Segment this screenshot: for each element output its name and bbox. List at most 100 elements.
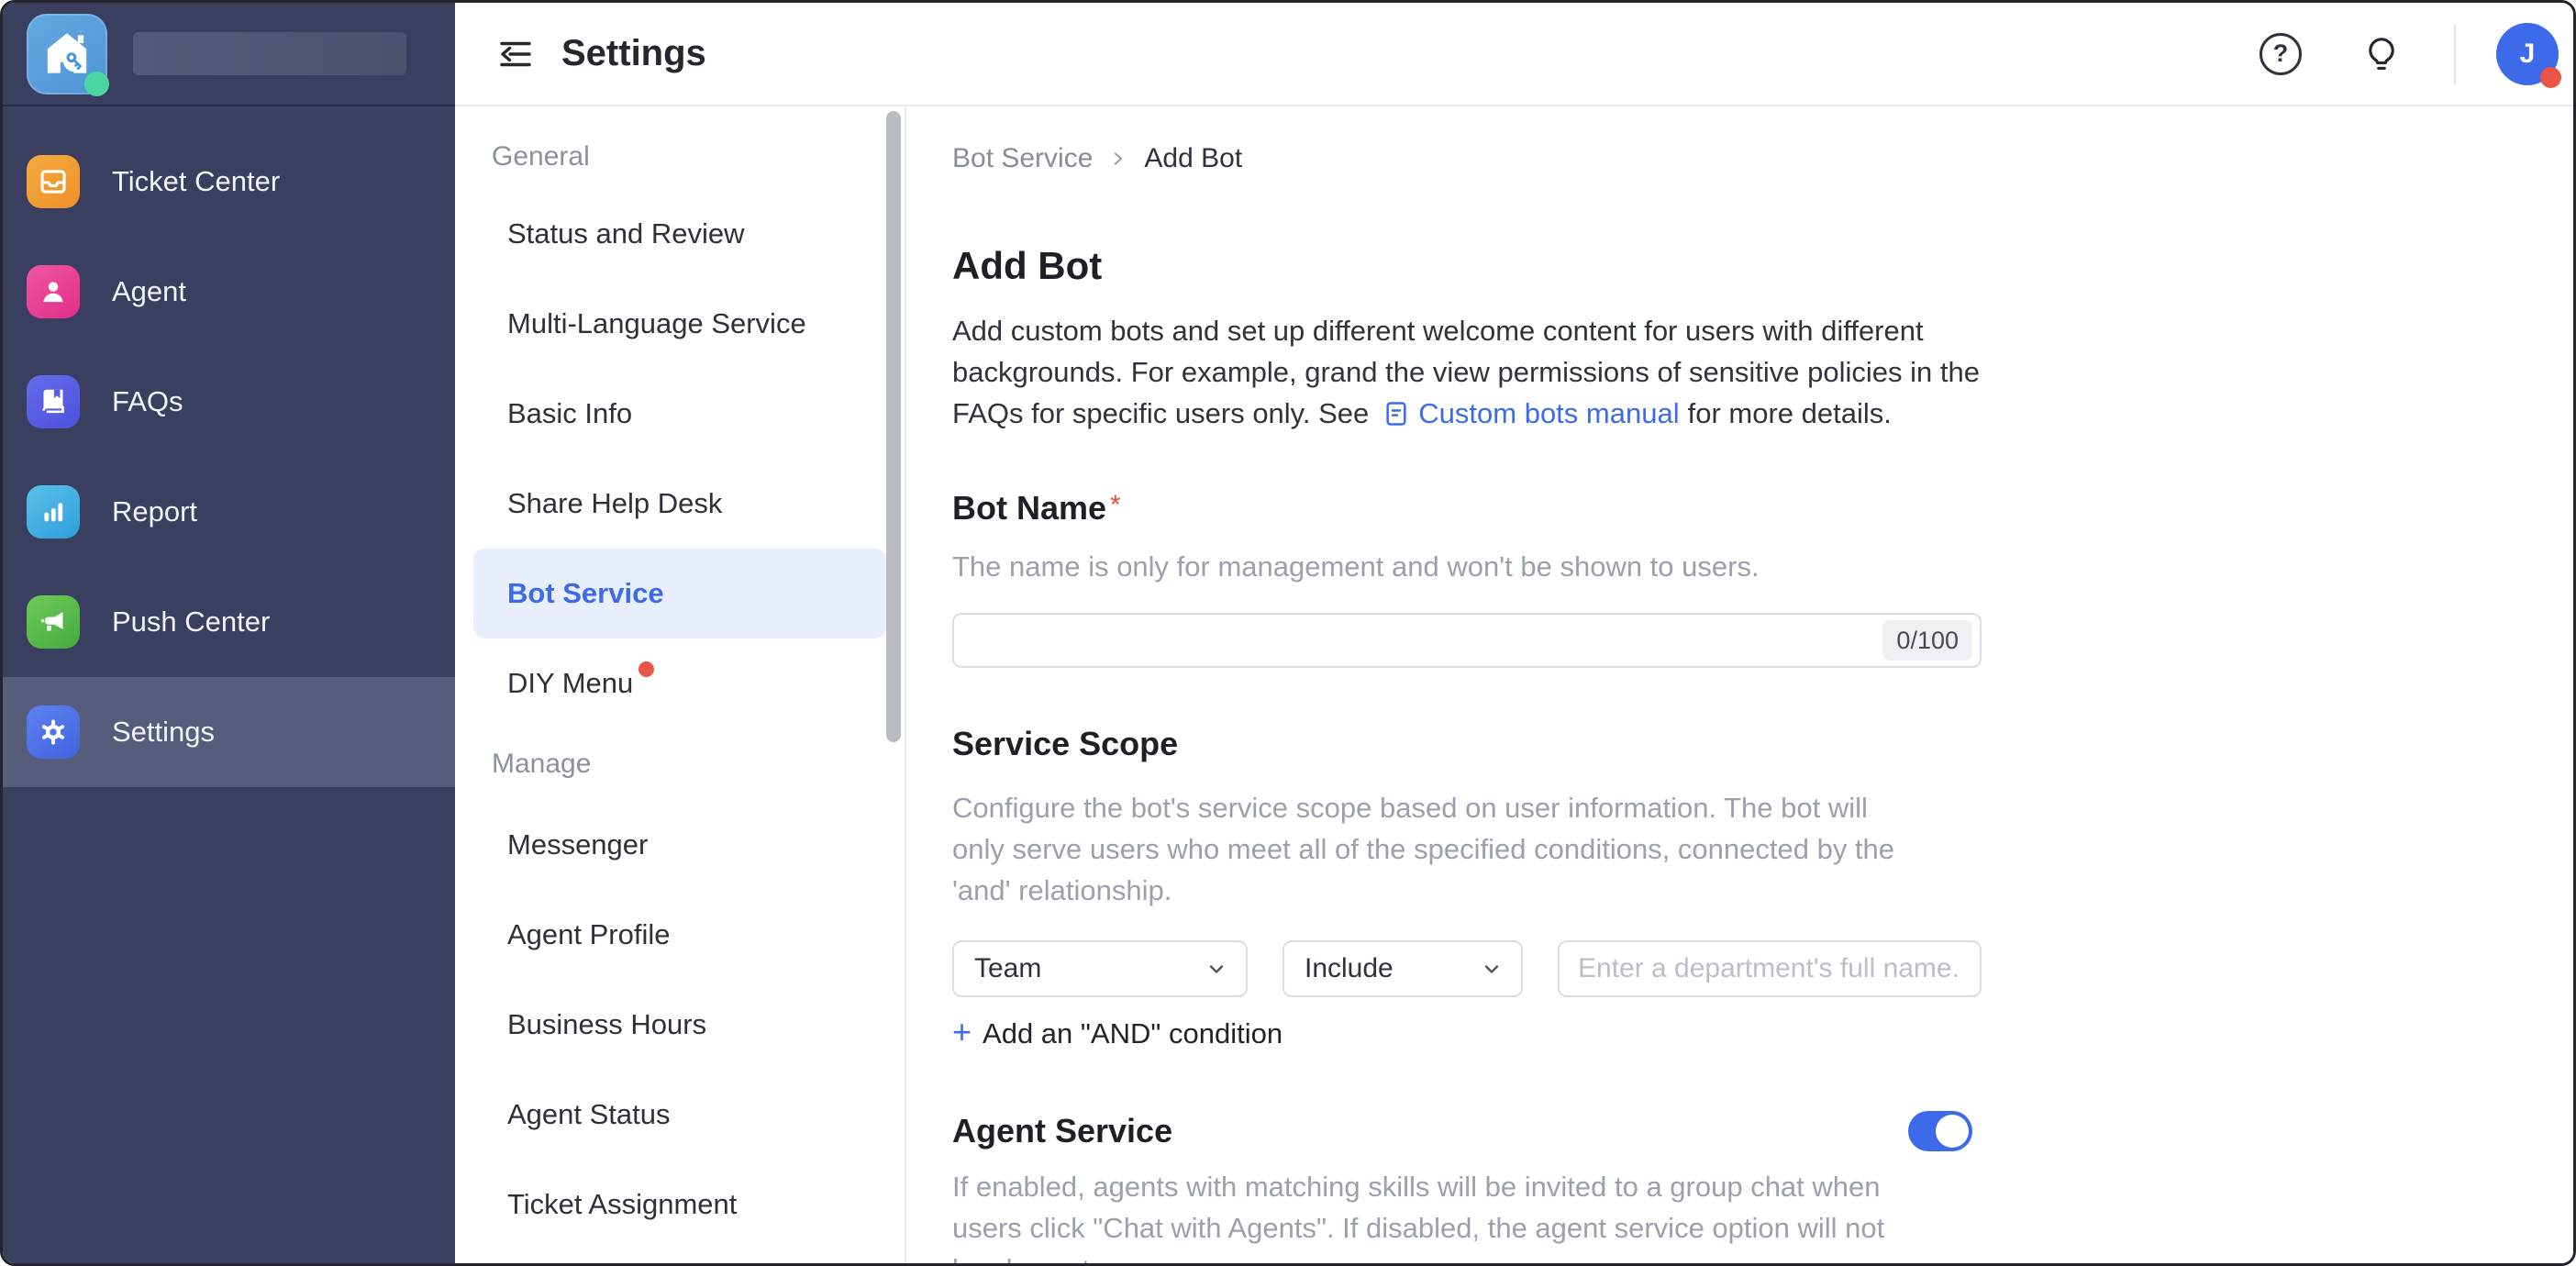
nav-item-label: Agent Status [507,1098,671,1131]
collapse-sidebar-icon[interactable] [494,32,538,76]
intro-line-2: backgrounds. For example, grand the view… [952,351,1982,393]
bot-name-input-wrap: 0/100 [952,613,1982,668]
service-scope-helper-line: Configure the bot's service scope based … [952,787,1982,828]
service-scope-helper-line: 'and' relationship. [952,870,1982,911]
faqs-icon [27,375,80,428]
house-with-key-icon [39,26,95,83]
nav-item-multi-language-service[interactable]: Multi-Language Service [473,279,886,369]
add-and-condition-label: Add an "AND" condition [983,1017,1282,1050]
condition-row: Team Include [952,940,1982,997]
workspace-header [3,3,455,106]
settings-icon [27,705,80,759]
nav-item-label: Share Help Desk [507,487,722,520]
custom-bots-manual-link[interactable]: Custom bots manual [1418,393,1679,434]
nav-scrollbar-thumb[interactable] [886,111,901,742]
nav-item-agent-status[interactable]: Agent Status [473,1070,886,1160]
topbar: Settings ? J [455,3,2573,106]
sidebar-item-label: FAQs [112,385,183,418]
sidebar-item-label: Agent [112,275,186,308]
page-title: Add Bot [952,244,1982,288]
agent-service-helper: If enabled, agents with matching skills … [952,1166,1982,1263]
nav-section-manage: Manage [455,728,905,800]
sidebar-item-report[interactable]: Report [3,457,455,567]
nav-item-business-hours[interactable]: Business Hours [473,980,886,1070]
sidebar-item-label: Settings [112,716,215,749]
field-select-value: Team [974,953,1041,984]
department-input[interactable] [1558,940,1982,997]
breadcrumb-parent-link[interactable]: Bot Service [952,143,1093,174]
sidebar-item-agent[interactable]: Agent [3,237,455,347]
app-nav: Ticket Center Agent [3,106,455,787]
topbar-divider [2454,24,2456,84]
char-counter: 0/100 [1882,620,1972,661]
avatar-initial: J [2520,39,2536,70]
chevron-down-icon [1481,958,1503,980]
sidebar-item-faqs[interactable]: FAQs [3,347,455,457]
nav-item-bot-service[interactable]: Bot Service [473,549,886,639]
chevron-right-icon [1109,150,1127,168]
agent-service-helper-line: be shown to users. [952,1249,1982,1263]
user-avatar[interactable]: J [2496,23,2559,85]
department-input-wrap [1558,940,1982,997]
nav-item-diy-menu[interactable]: DIY Menu [473,639,886,728]
push-center-icon [27,595,80,649]
page-intro: Add custom bots and set up different wel… [952,310,1982,434]
lightbulb-icon[interactable] [2360,33,2403,75]
breadcrumb: Bot Service Add Bot [952,143,1982,174]
avatar-notification-dot [2540,67,2561,88]
agent-service-heading: Agent Service [952,1112,1172,1150]
intro-line-3-tail: for more details. [1688,393,1892,434]
sidebar-item-push-center[interactable]: Push Center [3,567,455,677]
intro-line-3-text: FAQs for specific users only. See [952,393,1369,434]
app-logo-icon[interactable] [27,14,107,94]
bot-name-title: Bot Name [952,489,1106,527]
topbar-actions: ? J [2260,23,2559,85]
agent-service-toggle[interactable] [1908,1111,1972,1151]
sidebar-item-ticket-center[interactable]: Ticket Center [3,127,455,237]
ticket-center-icon [27,155,80,208]
field-select[interactable]: Team [952,940,1248,997]
app-window: Ticket Center Agent [0,0,2576,1266]
operator-select[interactable]: Include [1282,940,1523,997]
nav-item-basic-info[interactable]: Basic Info [473,369,886,459]
nav-item-status-and-review[interactable]: Status and Review [473,189,886,279]
operator-select-value: Include [1305,953,1393,984]
help-icon[interactable]: ? [2260,33,2302,75]
nav-item-label: Messenger [507,828,648,861]
intro-line-3: FAQs for specific users only. See Custom… [952,393,1982,434]
agent-icon [27,265,80,318]
bot-name-input[interactable] [952,613,1982,668]
breadcrumb-current: Add Bot [1144,143,1242,174]
sidebar-item-label: Report [112,495,197,528]
service-scope-helper-line: only serve users who meet all of the spe… [952,828,1982,870]
sidebar-item-settings[interactable]: Settings [3,677,455,787]
nav-item-messenger[interactable]: Messenger [473,800,886,890]
nav-item-label: Status and Review [507,217,744,250]
settings-nav: General Status and Review Multi-Language… [455,106,906,1263]
nav-section-general: General [455,125,905,189]
plus-icon: + [952,1016,972,1049]
workspace-name-redacted [133,32,406,75]
document-icon [1382,399,1411,428]
nav-item-share-help-desk[interactable]: Share Help Desk [473,459,886,549]
nav-item-agent-profile[interactable]: Agent Profile [473,890,886,980]
nav-item-label: DIY Menu [507,667,633,700]
toggle-knob [1936,1115,1969,1148]
nav-item-ticket-assignment[interactable]: Ticket Assignment [473,1160,886,1249]
page-header-title: Settings [561,33,706,74]
agent-service-row: Agent Service [952,1111,1982,1151]
nav-item-label: Agent Profile [507,918,671,951]
bot-name-helper: The name is only for management and won'… [952,546,1982,587]
required-asterisk: * [1110,490,1121,520]
service-scope-helper: Configure the bot's service scope based … [952,787,1982,911]
logo-status-dot [84,72,109,96]
add-and-condition-button[interactable]: + Add an "AND" condition [952,1017,1982,1050]
nav-item-label: Bot Service [507,577,664,610]
nav-item-label: Ticket Assignment [507,1188,737,1221]
service-scope-heading: Service Scope [952,725,1982,763]
report-icon [27,485,80,539]
intro-line-1: Add custom bots and set up different wel… [952,310,1982,351]
new-badge-dot [638,661,654,677]
agent-service-helper-line: users click "Chat with Agents". If disab… [952,1207,1982,1249]
agent-service-helper-line: If enabled, agents with matching skills … [952,1166,1982,1207]
